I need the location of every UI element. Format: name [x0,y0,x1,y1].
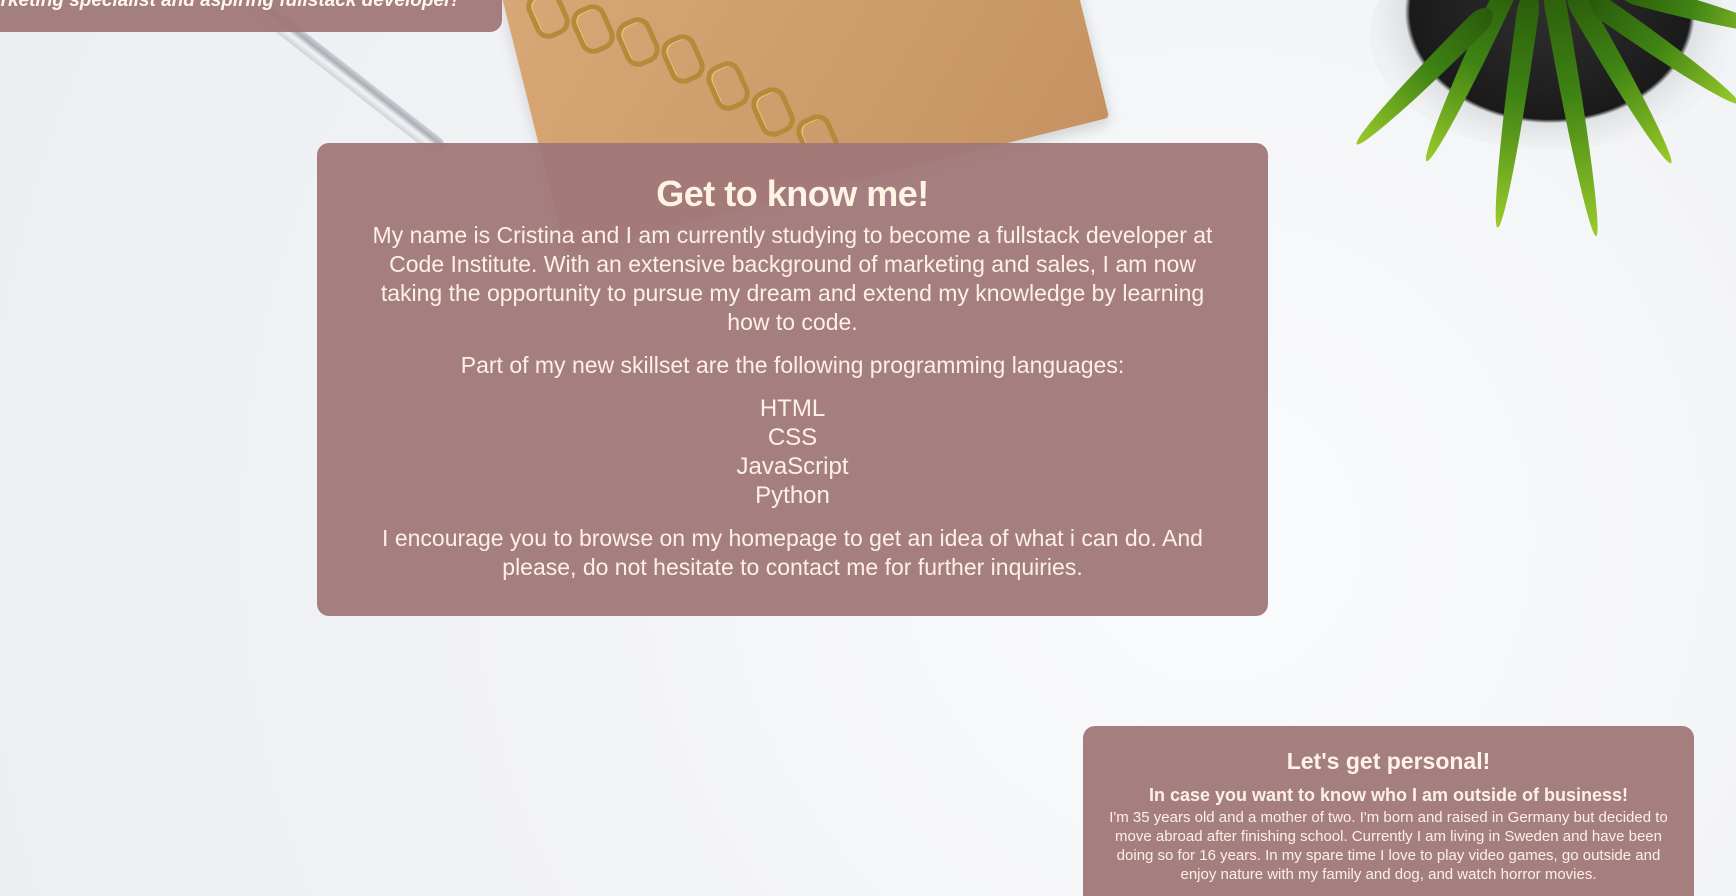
personal-title: Let's get personal! [1286,748,1491,774]
skill-item: Python [755,482,830,509]
header-tagline: arketing specialist and aspiring fullsta… [0,0,458,11]
header-banner: arketing specialist and aspiring fullsta… [0,0,502,32]
skill-item: HTML [759,395,826,422]
skills-list: HTML CSS JavaScript Python [357,394,1228,510]
about-outro: I encourage you to browse on my homepage… [382,525,1203,580]
about-title: Get to know me! [656,173,929,214]
skills-intro: Part of my new skillset are the followin… [460,352,1125,378]
personal-subtitle: In case you want to know who I am outsid… [1148,785,1629,805]
skill-item: CSS [767,424,818,451]
about-section: Get to know me! My name is Cristina and … [317,143,1268,616]
personal-body: I'm 35 years old and a mother of two. I'… [1109,809,1668,883]
about-intro: My name is Cristina and I am currently s… [372,222,1213,335]
personal-section: Let's get personal! In case you want to … [1083,726,1694,896]
skill-item: JavaScript [736,453,849,480]
